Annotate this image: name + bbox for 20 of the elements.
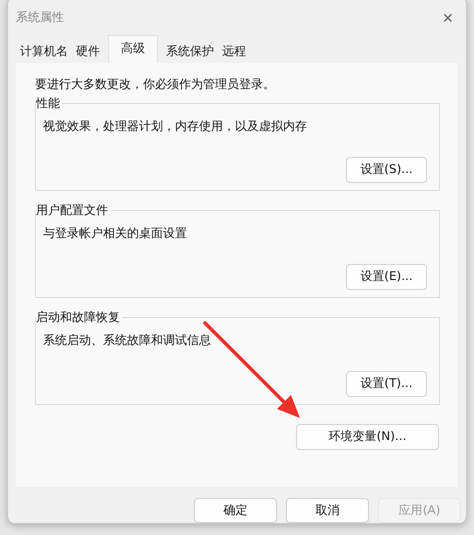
group-title: 启动和故障恢复 (36, 308, 122, 326)
tab[interactable]: 硬件 (72, 40, 104, 63)
group-description: 视觉效果，处理器计划，内存使用，以及虚拟内存 (43, 118, 308, 135)
dialog-button[interactable]: 取消 (286, 498, 369, 523)
tab[interactable]: 远程 (218, 40, 250, 63)
admin-notice: 要进行大多数更改，你必须作为管理员登录。 (35, 76, 276, 93)
group-title: 用户配置文件 (36, 202, 110, 219)
tab[interactable]: 系统保护 (162, 40, 218, 63)
tab[interactable]: 高级 (108, 34, 158, 63)
group-description: 与登录帐户相关的桌面设置 (43, 224, 188, 242)
settings-button[interactable]: 设置(S)... (346, 156, 427, 183)
window-title: 系统属性 (16, 9, 64, 26)
group-description: 系统启动、系统故障和调试信息 (43, 332, 212, 349)
tab[interactable]: 计算机名 (16, 40, 72, 63)
environment-variables-button[interactable]: 环境变量(N)... (296, 424, 439, 450)
close-button[interactable]: ✕ (436, 8, 460, 28)
settings-button[interactable]: 设置(T)... (346, 370, 427, 397)
group-title: 性能 (36, 94, 62, 112)
settings-button[interactable]: 设置(E)... (346, 264, 427, 290)
dialog-button[interactable]: 确定 (194, 498, 277, 523)
